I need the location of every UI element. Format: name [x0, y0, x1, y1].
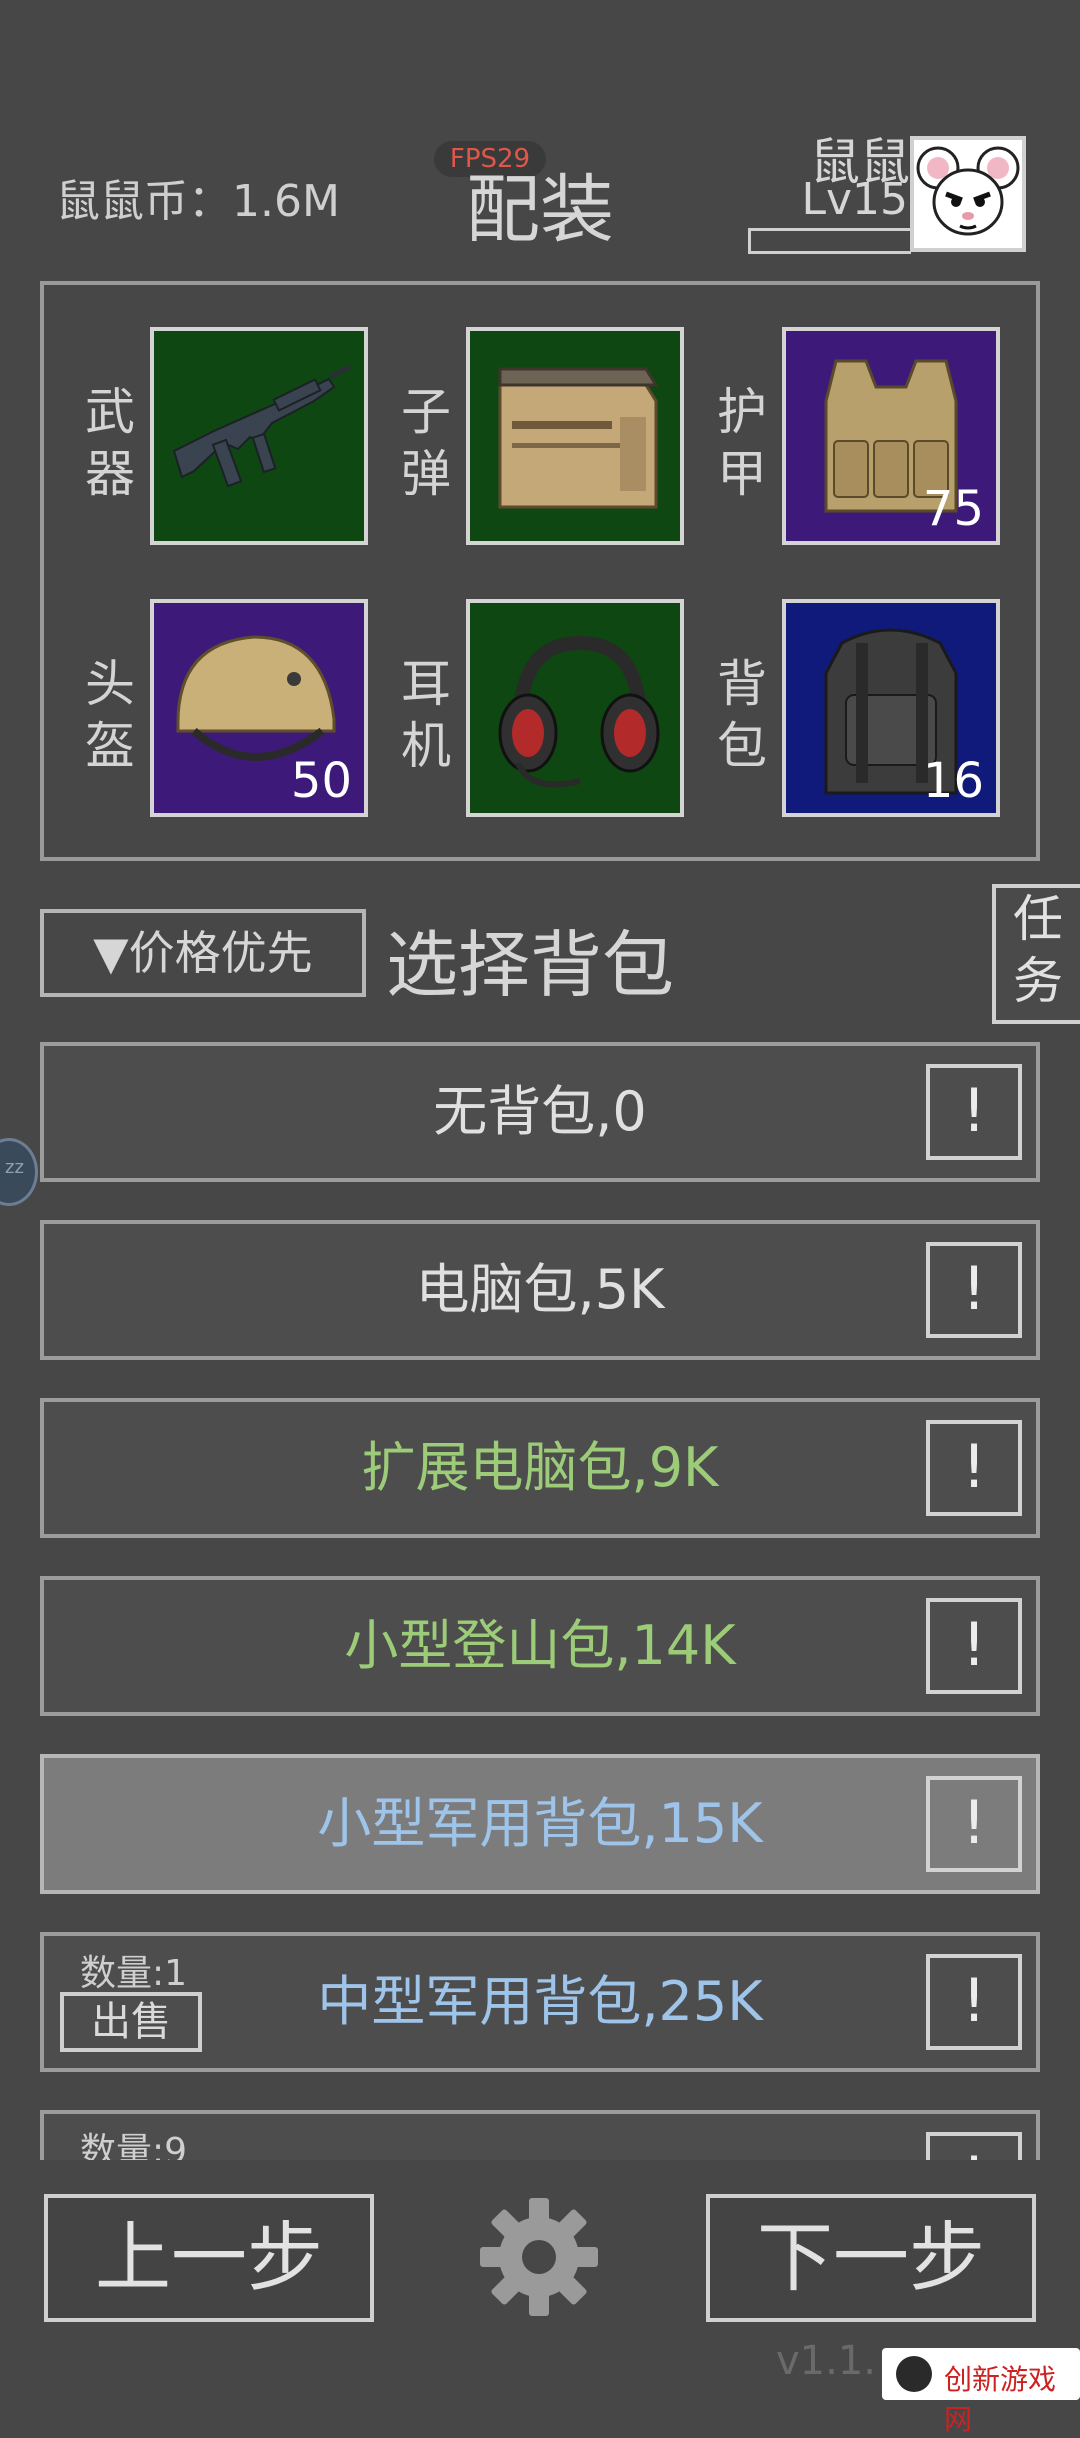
- version-label: v1.1.: [776, 2338, 876, 2384]
- weapon-slot[interactable]: [150, 327, 368, 545]
- info-button[interactable]: !: [926, 1064, 1022, 1160]
- mouse-avatar-icon: [916, 146, 1020, 236]
- page-title: 配装: [466, 167, 614, 253]
- info-button[interactable]: !: [926, 1776, 1022, 1872]
- armor-slot[interactable]: 75: [782, 327, 1000, 545]
- headset-icon: [498, 635, 660, 788]
- info-button[interactable]: !: [926, 1242, 1022, 1338]
- section-title: 选择背包: [386, 923, 675, 1007]
- info-button[interactable]: !: [926, 1420, 1022, 1516]
- settings-button[interactable]: [474, 2192, 604, 2322]
- helmet-durability: 50: [290, 753, 352, 809]
- list-item[interactable]: 数量:1 出售 中型军用背包,25K !: [40, 1932, 1040, 2072]
- info-button[interactable]: !: [926, 2132, 1022, 2160]
- gear-icon: [480, 2198, 598, 2316]
- backpack-slot-label: 背包: [717, 655, 767, 775]
- backpack-slot[interactable]: 16: [782, 599, 1000, 817]
- watermark-text: 创新游戏网: [944, 2363, 1057, 2436]
- info-button[interactable]: !: [926, 1598, 1022, 1694]
- headset-slot-label: 耳机: [401, 655, 451, 775]
- list-item[interactable]: 扩展电脑包,9K !: [40, 1398, 1040, 1538]
- task-button[interactable]: 任务: [992, 884, 1080, 1024]
- site-watermark: 创新游戏网: [882, 2348, 1080, 2436]
- backpack-name: [44, 2114, 1036, 2160]
- backpack-name: 扩展电脑包,9K: [361, 1436, 719, 1499]
- next-step-button[interactable]: 下一步: [706, 2194, 1036, 2322]
- zz-icon: zz: [5, 1157, 24, 1178]
- prev-step-button[interactable]: 上一步: [44, 2194, 374, 2322]
- armor-durability: 75: [922, 481, 984, 537]
- backpack-name: 电脑包,5K: [415, 1258, 665, 1321]
- watermark-logo-icon: [896, 2356, 932, 2392]
- player-level: Lv15: [801, 174, 908, 225]
- list-item[interactable]: 小型登山包,14K !: [40, 1576, 1040, 1716]
- list-item[interactable]: 无背包,0 !: [40, 1042, 1040, 1182]
- sort-dropdown[interactable]: ▼价格优先: [40, 909, 366, 997]
- backpack-name: 中型军用背包,25K: [317, 1970, 763, 2033]
- task-button-label: 任务: [1013, 890, 1063, 1010]
- list-item-selected[interactable]: 小型军用背包,15K !: [40, 1754, 1040, 1894]
- info-button[interactable]: !: [926, 1954, 1022, 2050]
- avatar[interactable]: [910, 136, 1026, 252]
- headset-slot[interactable]: [466, 599, 684, 817]
- ammo-box-icon: [498, 367, 659, 509]
- coin-balance: 鼠鼠币：1.6M: [56, 176, 340, 227]
- level-progress-bar: [748, 228, 911, 254]
- equipment-panel: 武器 子弹 护甲 75 头盔 50 耳机 背包 16: [40, 281, 1040, 861]
- helmet-slot-label: 头盔: [85, 655, 135, 775]
- backpack-name: 小型登山包,14K: [344, 1614, 736, 1677]
- weapon-slot-label: 武器: [85, 383, 135, 503]
- helmet-slot[interactable]: 50: [150, 599, 368, 817]
- backpack-list[interactable]: 无背包,0 ! 电脑包,5K ! 扩展电脑包,9K ! 小型登山包,14K ! …: [40, 1040, 1042, 2160]
- rifle-icon: [172, 364, 352, 488]
- ammo-slot[interactable]: [466, 327, 684, 545]
- list-item[interactable]: 电脑包,5K !: [40, 1220, 1040, 1360]
- ammo-slot-label: 子弹: [401, 383, 451, 503]
- armor-slot-label: 护甲: [717, 383, 767, 503]
- backpack-name: 无背包,0: [433, 1080, 647, 1143]
- backpack-name: 小型军用背包,15K: [317, 1792, 763, 1855]
- side-float-handle[interactable]: zz: [0, 1138, 38, 1206]
- list-item[interactable]: 数量:9 !: [40, 2110, 1040, 2160]
- backpack-durability: 16: [922, 753, 984, 809]
